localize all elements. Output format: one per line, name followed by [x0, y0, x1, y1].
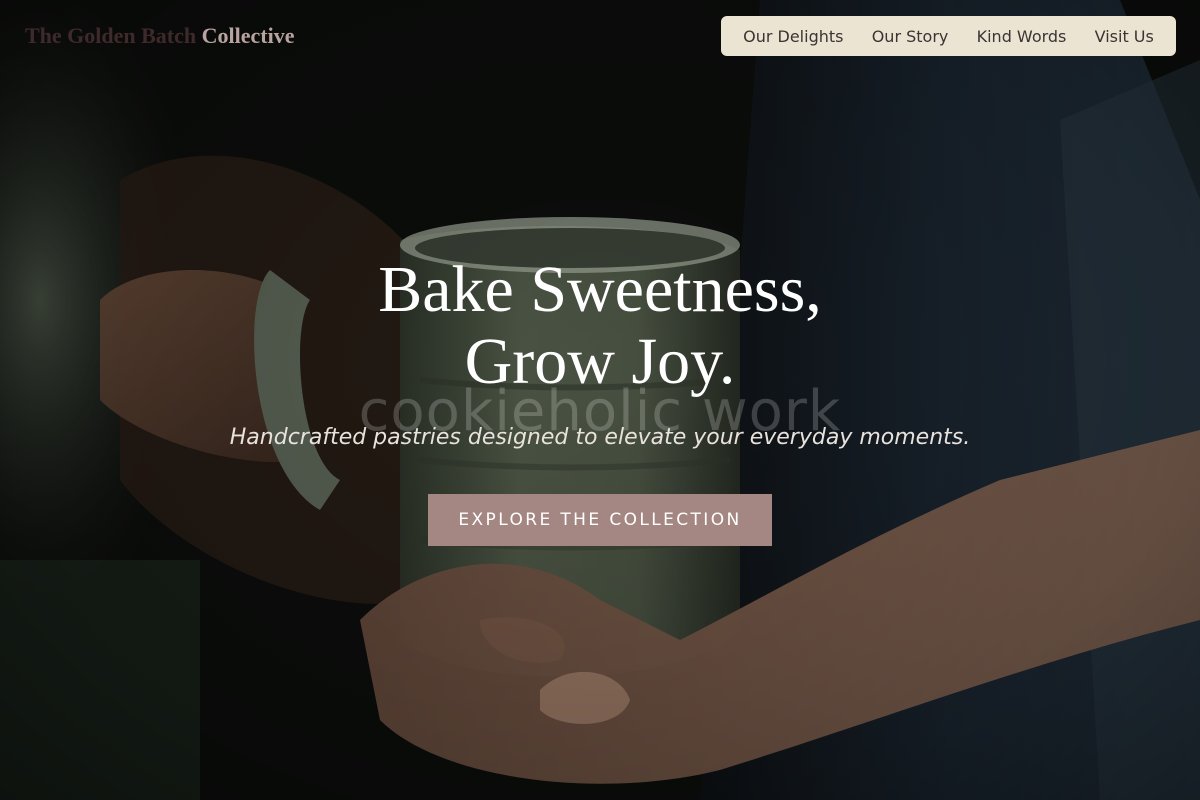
nav-item-visit-us[interactable]: Visit Us	[1095, 27, 1154, 46]
hero-section: The Golden Batch Collective Our Delights…	[0, 0, 1200, 800]
hero-subtitle: Handcrafted pastries designed to elevate…	[229, 425, 971, 450]
hero-headline: Bake Sweetness, Grow Joy.	[0, 254, 1200, 398]
nav-item-kind-words[interactable]: Kind Words	[977, 27, 1067, 46]
nav-item-our-story[interactable]: Our Story	[872, 27, 949, 46]
hero-headline-line1: Bake Sweetness,	[378, 253, 822, 326]
nav-item-our-delights[interactable]: Our Delights	[743, 27, 843, 46]
brand-logo[interactable]: The Golden Batch Collective	[25, 22, 295, 50]
brand-name-part2: Collective	[201, 23, 295, 48]
main-navigation: Our Delights Our Story Kind Words Visit …	[721, 16, 1176, 56]
brand-name-part1: The Golden Batch	[25, 23, 202, 48]
explore-collection-button[interactable]: EXPLORE THE COLLECTION	[428, 494, 772, 546]
